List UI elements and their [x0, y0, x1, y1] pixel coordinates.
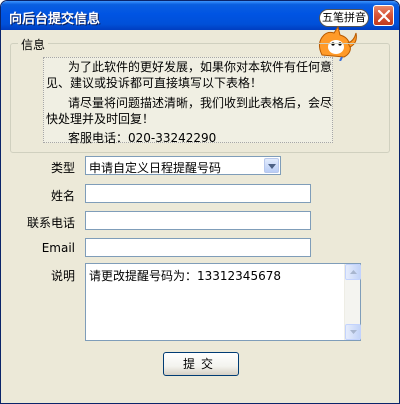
- info-line: 请尽量将问题描述清晰，我们收到此表格后，会尽: [68, 96, 333, 110]
- window-title: 向后台提交信息: [9, 12, 101, 27]
- chevron-down-icon: [268, 164, 276, 169]
- scroll-down-button[interactable]: [345, 324, 361, 340]
- description-textarea[interactable]: 请更改提醒号码为：13312345678: [85, 263, 361, 341]
- name-input[interactable]: [85, 184, 311, 203]
- type-select-value: 申请自定义日程提醒号码: [89, 161, 222, 175]
- info-group-legend: 信息: [18, 36, 49, 53]
- description-scrollbar[interactable]: [344, 264, 361, 340]
- chevron-up-icon: [350, 270, 357, 274]
- type-label: 类型: [50, 161, 75, 175]
- type-select-dropdown-button[interactable]: [264, 158, 279, 173]
- description-text: 请更改提醒号码为：13312345678: [89, 269, 281, 283]
- chevron-down-icon: [350, 330, 357, 334]
- info-panel: 为了此软件的更好发展，如果你对本软件有任何意 见、建议或投诉都可直接填写以下表格…: [43, 57, 333, 145]
- info-line: 客服电话：020-33242290: [68, 131, 217, 145]
- type-select[interactable]: 申请自定义日程提醒号码: [85, 156, 281, 175]
- close-button[interactable]: [373, 5, 394, 26]
- name-label: 姓名: [50, 189, 75, 203]
- phone-label: 联系电话: [26, 216, 75, 230]
- info-line: 见、建议或投诉都可直接填写以下表格！: [46, 76, 263, 90]
- email-label: Email: [41, 241, 75, 255]
- info-line: 快处理并及时回复！: [46, 112, 155, 126]
- close-icon: [378, 10, 390, 22]
- email-input[interactable]: [85, 238, 311, 257]
- submit-button[interactable]: 提交: [163, 352, 239, 376]
- phone-input[interactable]: [85, 211, 311, 230]
- info-line: 为了此软件的更好发展，如果你对本软件有任何意: [68, 60, 333, 74]
- description-label: 说明: [50, 269, 75, 283]
- scroll-up-button[interactable]: [345, 264, 361, 280]
- feedback-dialog: 向后台提交信息 五笔拼音 信息 为了此软件的更好发展，如果你对本软件有任何意 见…: [0, 0, 400, 404]
